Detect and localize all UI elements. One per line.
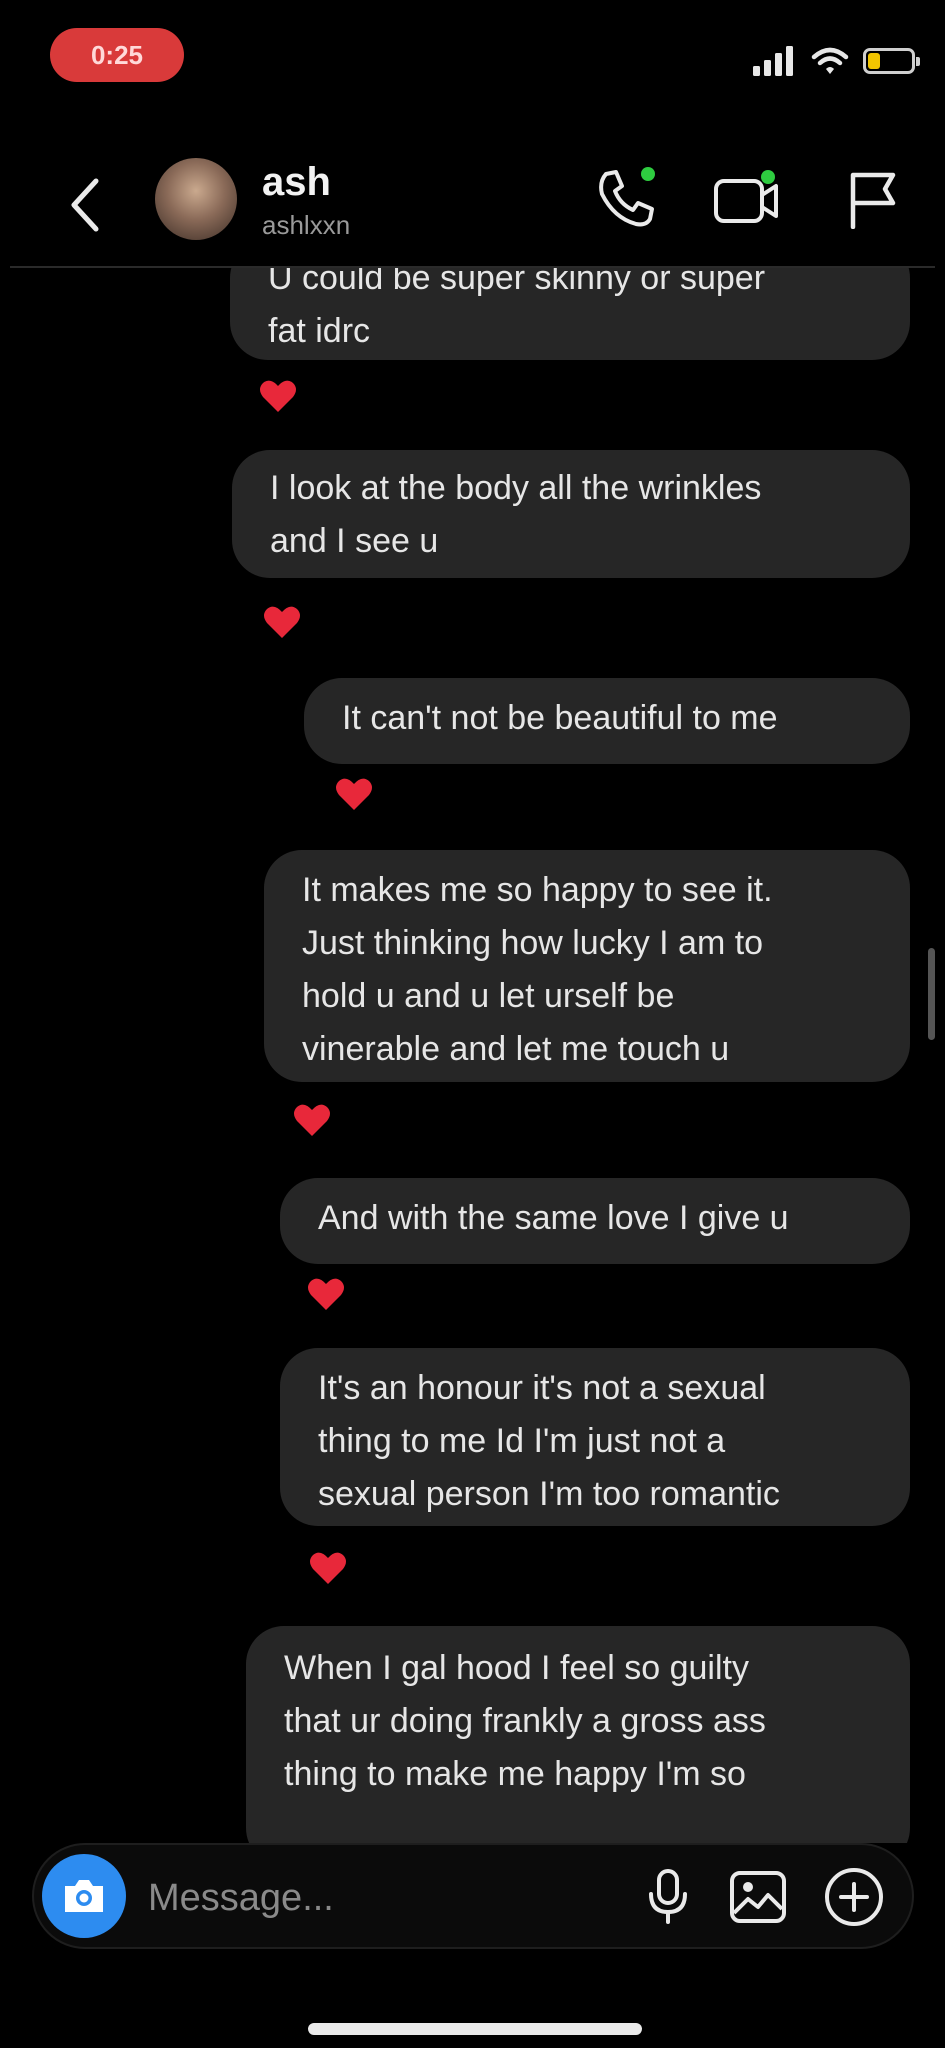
back-icon xyxy=(71,178,99,232)
signal-icon xyxy=(753,46,793,76)
battery-icon xyxy=(863,48,920,74)
contact-username[interactable]: ashlxxn xyxy=(262,210,350,241)
gallery-button[interactable] xyxy=(724,1863,792,1931)
status-bar: 0:25 xyxy=(0,0,945,120)
message-bubble[interactable]: It's an honour it's not a sexual thing t… xyxy=(280,1348,910,1526)
heart-reaction-icon xyxy=(310,1552,346,1584)
heart-reaction-icon xyxy=(264,606,300,638)
heart-reaction-icon xyxy=(294,1104,330,1136)
message-bubble[interactable]: I look at the body all the wrinkles and … xyxy=(232,450,910,578)
chat-header: ash ashlxxn xyxy=(0,140,945,270)
video-icon xyxy=(714,170,778,223)
heart-reaction-icon xyxy=(308,1278,344,1310)
screen-recording-indicator[interactable]: 0:25 xyxy=(50,28,184,82)
message-input[interactable] xyxy=(146,1867,620,1929)
voice-message-button[interactable] xyxy=(634,1863,702,1931)
back-button[interactable] xyxy=(60,170,110,240)
status-icons xyxy=(753,46,920,76)
message-thread[interactable]: U could be super skinny or super fat idr… xyxy=(0,268,945,1843)
recording-label: 0:25 xyxy=(90,39,144,70)
contact-name[interactable]: ash xyxy=(262,160,331,205)
message-bubble[interactable]: It can't not be beautiful to me xyxy=(304,678,910,764)
avatar[interactable] xyxy=(155,158,237,240)
voice-call-button[interactable] xyxy=(590,164,660,234)
phone-icon xyxy=(599,167,655,227)
flag-icon xyxy=(850,172,896,229)
plus-circle-icon xyxy=(825,1868,883,1926)
report-button[interactable] xyxy=(838,164,908,234)
message-bubble[interactable]: It makes me so happy to see it. Just thi… xyxy=(264,850,910,1082)
video-call-button[interactable] xyxy=(712,164,782,234)
scrollbar[interactable] xyxy=(928,948,935,1040)
camera-icon xyxy=(65,1880,103,1912)
heart-reaction-icon xyxy=(260,380,296,412)
message-bubble[interactable]: And with the same love I give u xyxy=(280,1178,910,1264)
message-bubble[interactable]: When I gal hood I feel so guilty that ur… xyxy=(246,1626,910,1843)
wifi-icon xyxy=(811,47,849,74)
camera-button[interactable] xyxy=(42,1854,126,1938)
microphone-icon xyxy=(649,1869,687,1924)
message-bubble[interactable]: U could be super skinny or super fat idr… xyxy=(230,268,910,360)
heart-reaction-icon xyxy=(336,778,372,810)
battery-fill xyxy=(868,53,880,69)
message-composer xyxy=(32,1843,914,1949)
more-options-button[interactable] xyxy=(820,1863,888,1931)
home-indicator[interactable] xyxy=(308,2023,642,2035)
image-icon xyxy=(730,1871,786,1923)
